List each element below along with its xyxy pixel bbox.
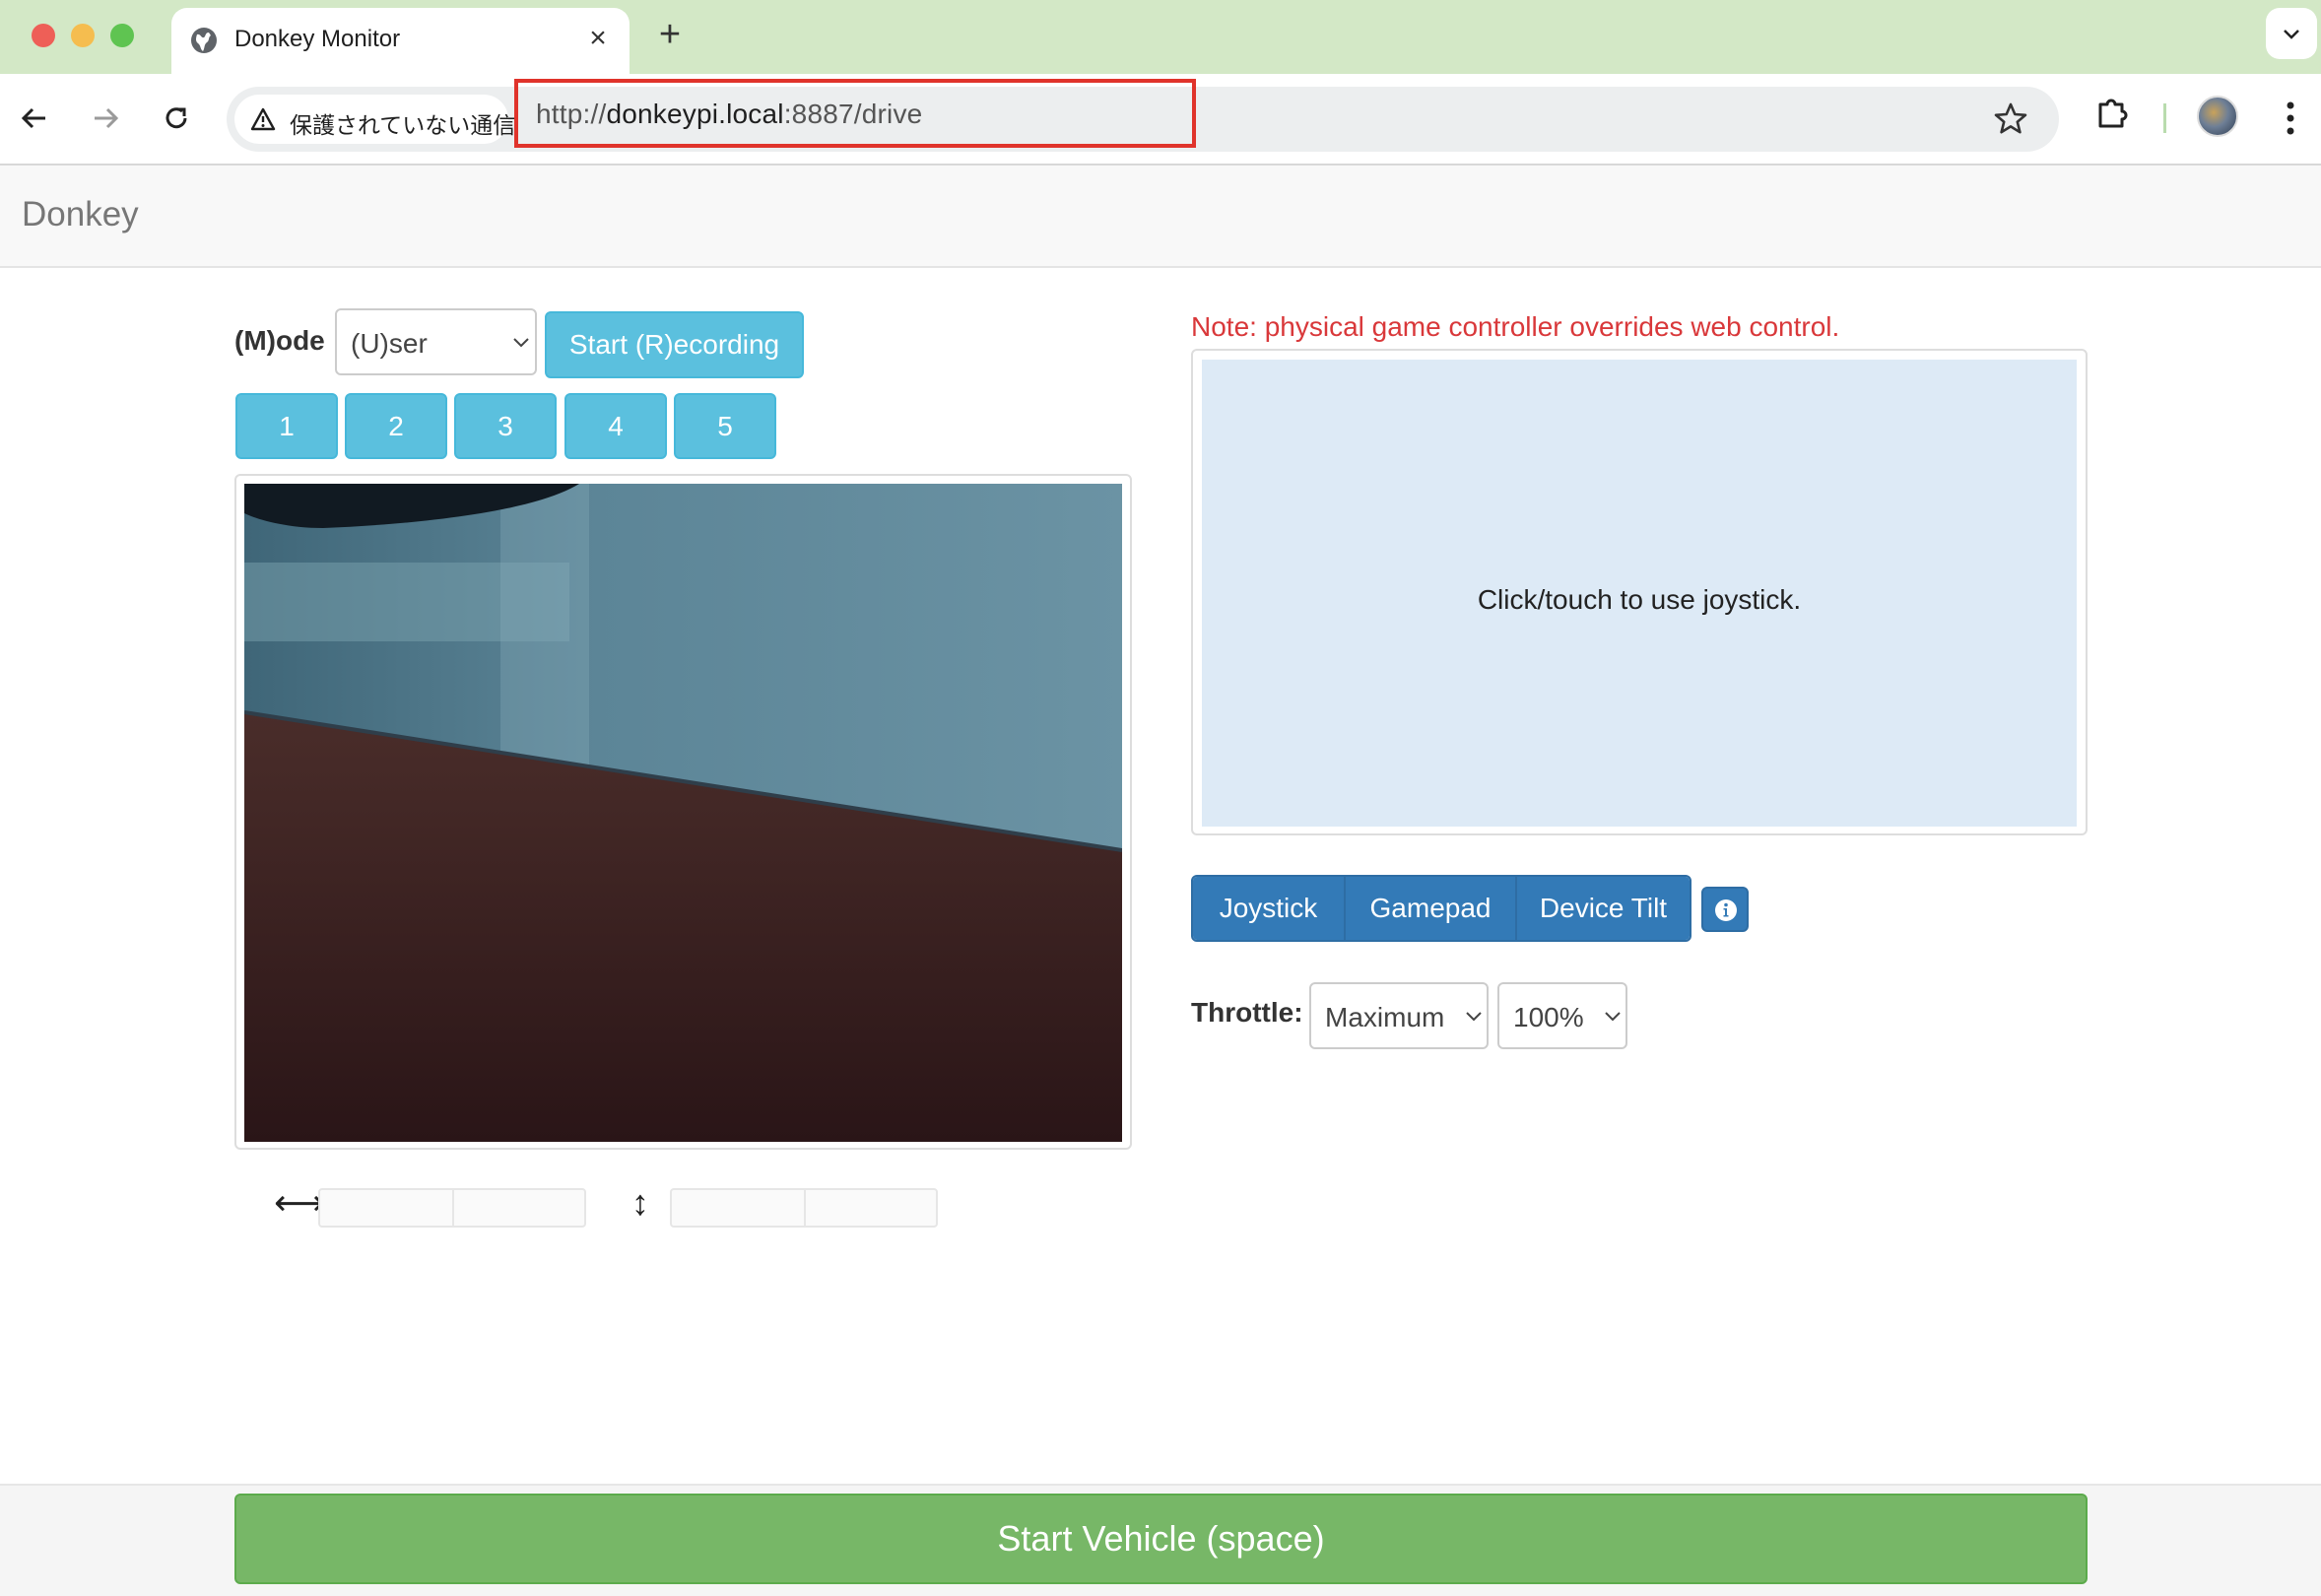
url-highlight-box: http://donkeypi.local:8887/drive bbox=[514, 79, 1196, 148]
chevron-down-icon bbox=[1605, 1012, 1621, 1022]
toolbar-separator bbox=[2163, 103, 2166, 133]
chevron-down-icon bbox=[513, 338, 529, 348]
joystick-area[interactable]: Click/touch to use joystick. bbox=[1202, 360, 2077, 827]
joystick-frame: Click/touch to use joystick. bbox=[1191, 349, 2088, 835]
tab-search-button[interactable] bbox=[2266, 8, 2317, 59]
profile-avatar[interactable] bbox=[2197, 96, 2238, 137]
address-bar[interactable]: 保護されていない通信 http://donkeypi.local:8887/dr… bbox=[227, 79, 2059, 152]
throttle-value-display bbox=[670, 1188, 938, 1228]
camera-feed-image bbox=[244, 484, 1122, 1142]
new-tab-icon[interactable]: + bbox=[650, 16, 690, 55]
info-circle-icon bbox=[1715, 899, 1737, 921]
chevron-down-icon bbox=[1466, 1012, 1482, 1022]
tab-device-tilt[interactable]: Device Tilt bbox=[1515, 877, 1690, 940]
throttle-mode-value: Maximum bbox=[1325, 1002, 1445, 1032]
arrow-right-icon bbox=[95, 107, 119, 129]
url-scheme: http:// bbox=[536, 99, 607, 129]
reload-icon bbox=[166, 107, 187, 129]
joystick-instructions: Click/touch to use joystick. bbox=[1477, 584, 1802, 615]
mode-label: (M)ode bbox=[234, 325, 325, 356]
warning-triangle-icon bbox=[250, 107, 276, 131]
close-window-button[interactable] bbox=[32, 24, 55, 47]
throttle-arrows-icon: ↕ bbox=[631, 1182, 649, 1223]
tab-joystick[interactable]: Joystick bbox=[1193, 877, 1344, 940]
security-chip[interactable]: 保護されていない通信 bbox=[234, 95, 515, 144]
site-navbar: Donkey bbox=[0, 166, 2321, 268]
throttle-percent-select[interactable]: 100% bbox=[1497, 982, 1627, 1049]
controller-note: Note: physical game controller overrides… bbox=[1191, 311, 1840, 342]
chevron-down-icon bbox=[2284, 30, 2299, 39]
preset-button-1[interactable]: 1 bbox=[235, 393, 338, 459]
security-label: 保護されていない通信 bbox=[290, 112, 516, 138]
globe-icon bbox=[191, 28, 217, 53]
control-mode-tabs: Joystick Gamepad Device Tilt bbox=[1191, 875, 1691, 942]
extensions-puzzle-icon[interactable] bbox=[2092, 93, 2134, 134]
mode-select-value: (U)ser bbox=[351, 328, 428, 359]
forward-button[interactable] bbox=[81, 94, 130, 143]
url-text[interactable]: http://donkeypi.local:8887/drive bbox=[536, 99, 922, 130]
bookmark-star-icon[interactable] bbox=[1992, 100, 2029, 138]
reload-button[interactable] bbox=[152, 94, 201, 143]
camera-feed-frame bbox=[234, 474, 1132, 1150]
maximize-window-button[interactable] bbox=[110, 24, 134, 47]
throttle-mode-select[interactable]: Maximum bbox=[1309, 982, 1489, 1049]
start-vehicle-button[interactable]: Start Vehicle (space) bbox=[234, 1494, 2088, 1584]
back-button[interactable] bbox=[10, 94, 59, 143]
brand-link[interactable]: Donkey bbox=[22, 195, 139, 234]
more-menu-icon[interactable] bbox=[2276, 98, 2305, 139]
preset-button-5[interactable]: 5 bbox=[674, 393, 776, 459]
preset-button-4[interactable]: 4 bbox=[564, 393, 667, 459]
arrow-left-icon bbox=[21, 107, 45, 129]
browser-toolbar: 保護されていない通信 http://donkeypi.local:8887/dr… bbox=[0, 74, 2321, 166]
preset-button-2[interactable]: 2 bbox=[345, 393, 447, 459]
url-host: donkeypi.local bbox=[606, 99, 784, 129]
info-button[interactable] bbox=[1701, 887, 1749, 932]
preset-button-3[interactable]: 3 bbox=[454, 393, 557, 459]
steering-value-display bbox=[318, 1188, 586, 1228]
tab-gamepad[interactable]: Gamepad bbox=[1344, 877, 1515, 940]
browser-tab-bar: Donkey Monitor × + bbox=[0, 0, 2321, 74]
browser-tab[interactable]: Donkey Monitor × bbox=[171, 8, 630, 74]
url-path: :8887/drive bbox=[783, 99, 923, 129]
mode-select[interactable]: (U)ser bbox=[335, 308, 537, 375]
start-recording-button[interactable]: Start (R)ecording bbox=[545, 311, 804, 378]
throttle-label: Throttle: bbox=[1191, 997, 1303, 1028]
close-tab-icon[interactable]: × bbox=[583, 24, 613, 53]
steering-arrows-icon: ⟷ bbox=[274, 1182, 325, 1223]
minimize-window-button[interactable] bbox=[71, 24, 95, 47]
throttle-percent-value: 100% bbox=[1513, 1002, 1584, 1032]
tab-title: Donkey Monitor bbox=[234, 26, 401, 52]
